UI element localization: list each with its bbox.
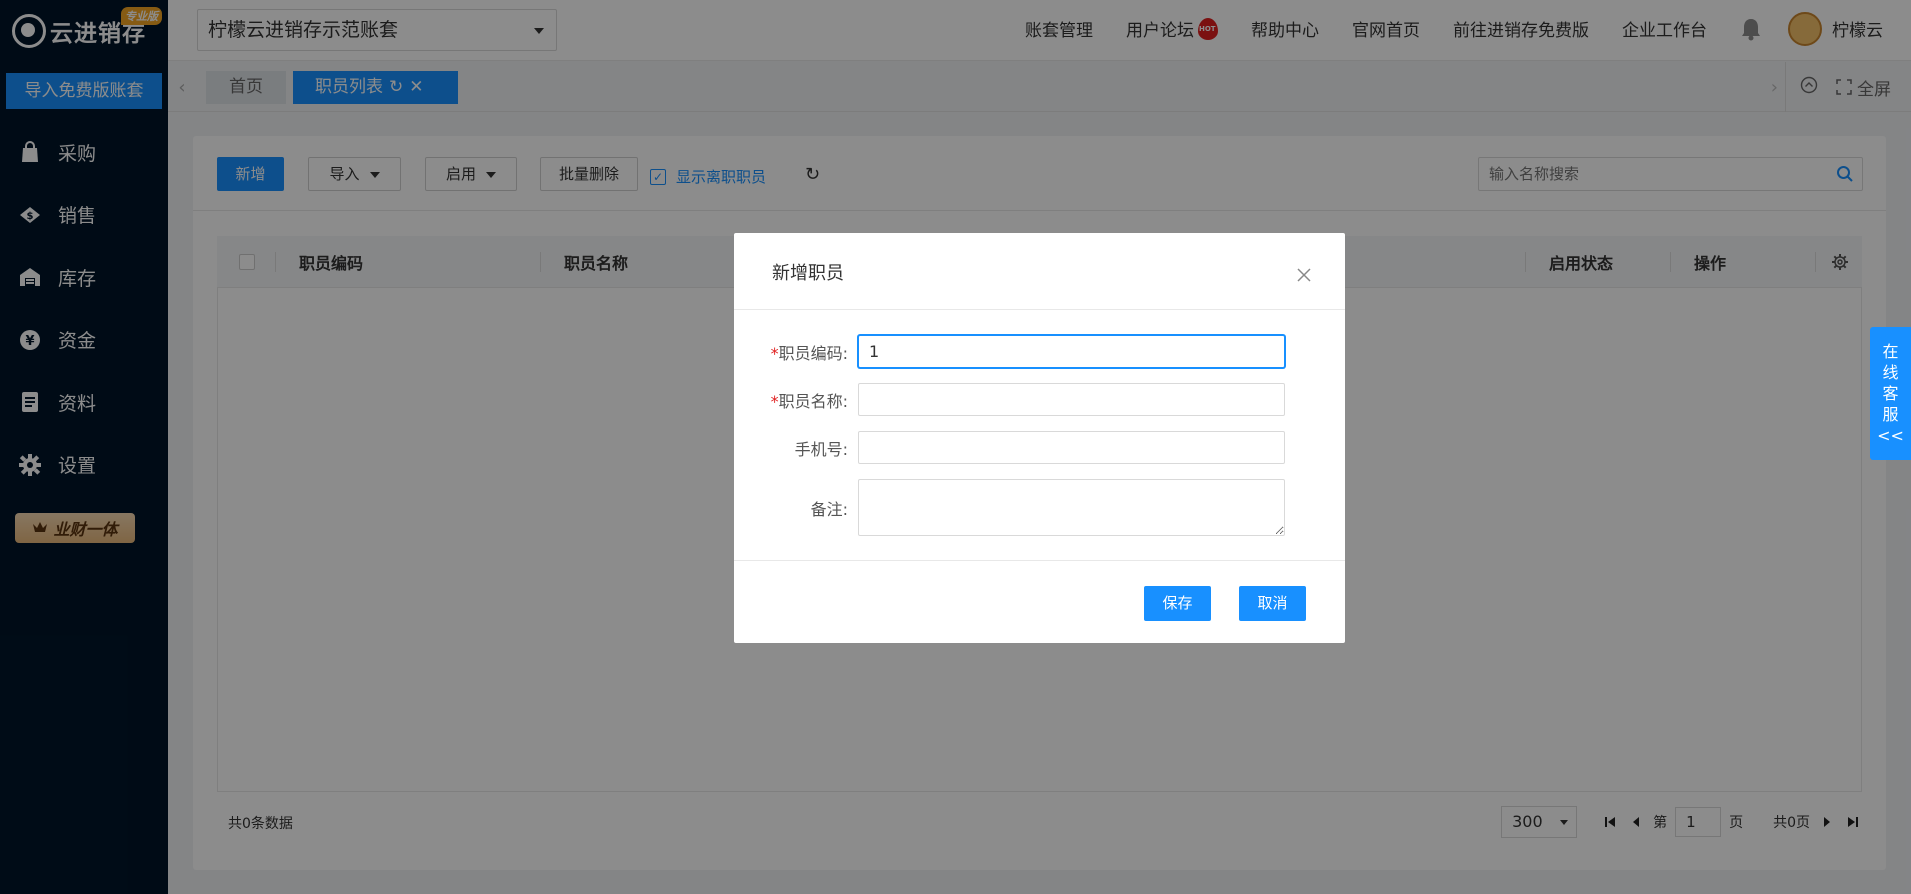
close-icon[interactable] [1297,267,1311,282]
form-row-phone: 手机号: [734,431,1345,464]
phone-input[interactable] [858,431,1285,464]
service-char: 在 [1882,342,1899,361]
form-row-remark: 备注: [734,479,1345,536]
staff-code-input[interactable] [858,335,1285,368]
staff-name-label: *职员名称: [734,388,858,412]
remark-label: 备注: [810,499,848,519]
save-button[interactable]: 保存 [1144,586,1211,621]
cancel-button[interactable]: 取消 [1239,586,1306,621]
required-mark: * [770,391,779,411]
service-char: 服 [1882,405,1899,424]
add-staff-dialog: 新增职员 *职员编码: *职员名称: 手机号: 备注: 保存 取消 [734,233,1345,643]
dialog-footer: 保存 取消 [734,560,1345,643]
online-service-tab[interactable]: 在 线 客 服 << [1870,327,1911,460]
required-mark: * [770,343,779,363]
remark-textarea[interactable] [858,479,1285,536]
form-row-staff-code: *职员编码: [734,335,1345,368]
phone-label: 手机号: [794,439,848,459]
dialog-title: 新增职员 [772,263,844,284]
staff-code-label: *职员编码: [734,340,858,364]
service-char: 客 [1882,384,1899,403]
service-char: 线 [1882,363,1899,382]
staff-name-input[interactable] [858,383,1285,416]
service-expand: << [1877,426,1904,445]
label-text: 职员编码: [778,343,848,363]
dialog-header: 新增职员 [734,233,1345,310]
form-row-staff-name: *职员名称: [734,383,1345,416]
label-text: 职员名称: [778,391,848,411]
